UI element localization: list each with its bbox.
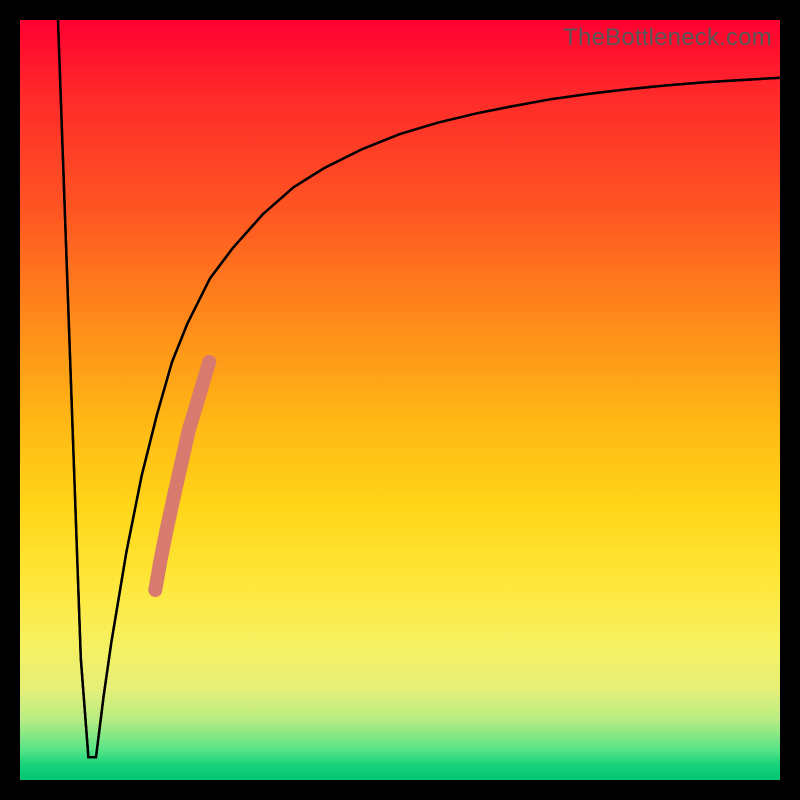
highlight-dot — [156, 555, 166, 565]
highlight-dot — [175, 454, 189, 468]
highlight-dot — [202, 355, 216, 369]
curve-path — [58, 20, 780, 757]
highlight-dot — [150, 585, 160, 595]
highlight-dot — [182, 423, 196, 437]
curve-path-overlay — [58, 20, 780, 757]
highlight-dot — [162, 524, 172, 534]
plot-area: TheBottleneck.com — [20, 20, 780, 780]
highlight-dot — [189, 401, 203, 415]
highlight-dot — [168, 484, 182, 498]
chart-frame: TheBottleneck.com — [0, 0, 800, 800]
highlight-dot — [195, 378, 209, 392]
highlight-group — [150, 355, 216, 595]
curve-svg — [20, 20, 780, 780]
